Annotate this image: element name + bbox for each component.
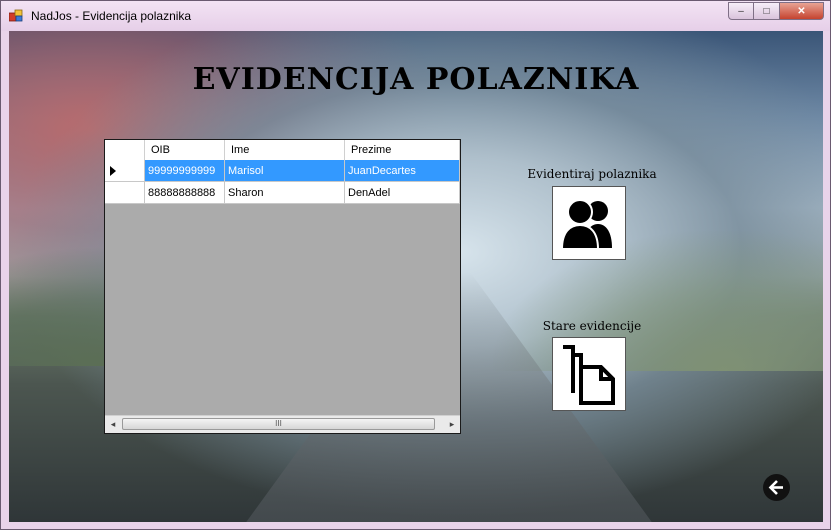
row-header[interactable]	[105, 160, 145, 182]
table-row[interactable]: 88888888888 Sharon DenAdel	[105, 182, 460, 204]
scroll-right-button[interactable]: ▸	[444, 416, 460, 433]
users-icon	[560, 199, 612, 250]
cell-oib[interactable]: 88888888888	[145, 182, 225, 204]
cell-prezime[interactable]: DenAdel	[345, 182, 460, 204]
cell-ime[interactable]: Marisol	[225, 160, 345, 182]
register-student-label: Evidentiraj polaznika	[527, 167, 657, 181]
table-row[interactable]: 99999999999 Marisol JuanDecartes	[105, 160, 460, 182]
window-title: NadJos - Evidencija polaznika	[31, 9, 192, 23]
old-records-label: Stare evidencije	[542, 319, 642, 333]
old-records-button[interactable]	[552, 337, 626, 411]
cell-ime[interactable]: Sharon	[225, 182, 345, 204]
scroll-thumb[interactable]: III	[122, 418, 435, 430]
row-header[interactable]	[105, 182, 145, 204]
close-button[interactable]: ✕	[780, 2, 824, 20]
cell-oib[interactable]: 99999999999	[145, 160, 225, 182]
title-bar[interactable]: NadJos - Evidencija polaznika – □ ✕	[1, 1, 830, 31]
arrow-left-icon	[768, 480, 783, 495]
form-client-area: EVIDENCIJA POLAZNIKA OIB Ime Prezime 999…	[9, 31, 823, 522]
column-header-ime[interactable]: Ime	[225, 140, 345, 160]
horizontal-scrollbar[interactable]: ◂ III ▸	[105, 415, 460, 433]
column-header-prezime[interactable]: Prezime	[345, 140, 460, 160]
row-header-corner[interactable]	[105, 140, 145, 160]
copy-documents-icon	[563, 345, 615, 405]
app-window: NadJos - Evidencija polaznika – □ ✕ EVID…	[0, 0, 831, 530]
column-header-oib[interactable]: OIB	[145, 140, 225, 160]
register-student-button[interactable]	[552, 186, 626, 260]
back-button[interactable]	[763, 474, 790, 501]
cell-prezime[interactable]: JuanDecartes	[345, 160, 460, 182]
scroll-left-button[interactable]: ◂	[105, 416, 121, 433]
page-title: EVIDENCIJA POLAZNIKA	[192, 62, 640, 97]
maximize-button[interactable]: □	[754, 2, 780, 20]
window-controls: – □ ✕	[728, 2, 824, 21]
app-icon	[9, 9, 23, 22]
minimize-button[interactable]: –	[728, 2, 754, 20]
grid-header: OIB Ime Prezime	[105, 140, 460, 161]
current-row-arrow-icon	[110, 165, 116, 176]
background-hills-right	[493, 231, 823, 371]
students-grid[interactable]: OIB Ime Prezime 99999999999 Marisol Juan…	[104, 139, 461, 434]
